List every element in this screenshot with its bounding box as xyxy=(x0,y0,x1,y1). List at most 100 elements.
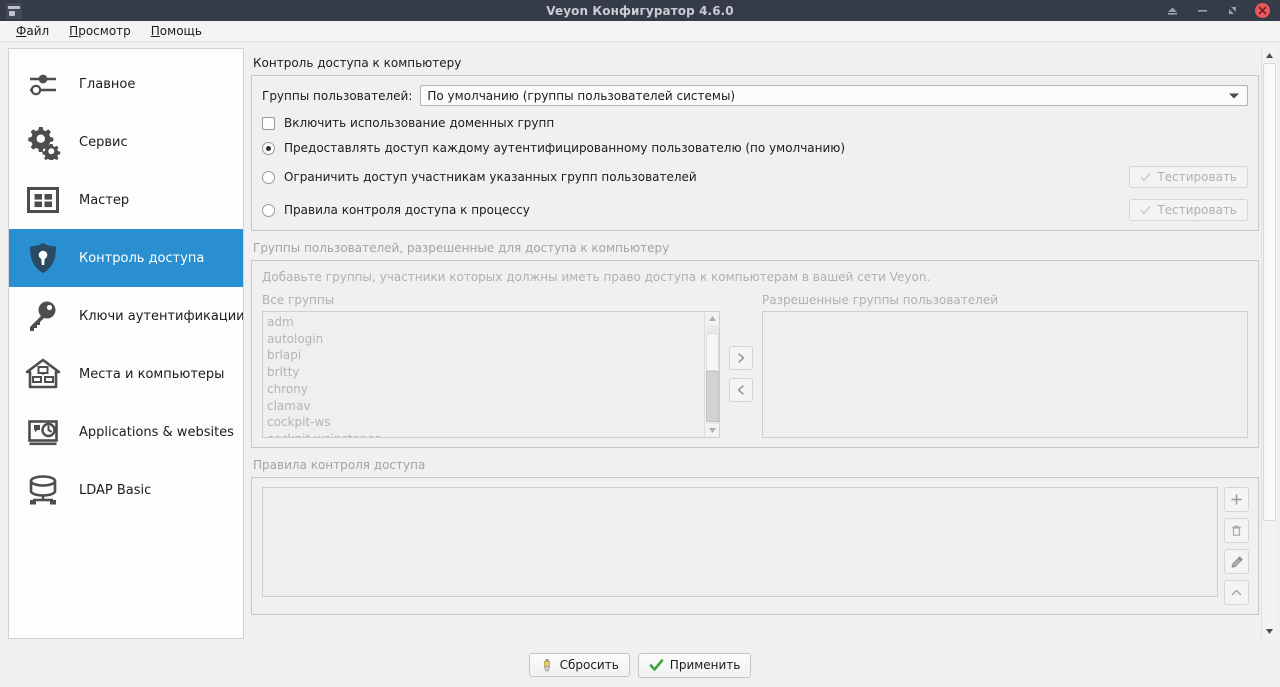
test-restricted-button[interactable]: Тестировать xyxy=(1129,166,1248,188)
option-authenticated[interactable]: Предоставлять доступ каждому аутентифици… xyxy=(262,141,845,155)
main-scroll-thumb[interactable] xyxy=(1262,63,1276,521)
list-item[interactable]: cockpit-wsinstance xyxy=(267,431,704,437)
main-area: Контроль доступа к компьютеру Группы пол… xyxy=(251,48,1277,639)
chevron-up-icon xyxy=(1231,589,1242,596)
move-right-button[interactable] xyxy=(729,345,753,370)
sidebar-item-label: Главное xyxy=(79,76,136,92)
user-groups-selected-value: По умолчанию (группы пользователей систе… xyxy=(427,88,736,103)
access-rules-box xyxy=(262,487,1250,605)
sidebar: Главное Сервис Мастер Контроль доступа К… xyxy=(8,48,244,639)
check-icon xyxy=(1141,205,1151,214)
shield-lock-icon xyxy=(23,238,63,278)
sidebar-item-label: Сервис xyxy=(79,134,128,150)
list-item[interactable]: clamav xyxy=(267,398,704,415)
sidebar-item-label: Мастер xyxy=(79,192,130,208)
menu-help[interactable]: Помощь xyxy=(143,22,210,41)
allowed-groups-group: Добавьте группы, участники которых должн… xyxy=(251,260,1259,448)
radio-restricted-groups[interactable] xyxy=(262,170,275,184)
domain-groups-checkbox[interactable] xyxy=(262,116,275,130)
sidebar-item-locations-computers[interactable]: Места и компьютеры xyxy=(9,345,243,403)
all-groups-listbox[interactable]: adm autologin brlapi brltty chrony clama… xyxy=(262,311,720,438)
all-groups-column: Все группы adm autologin brlapi brltty c… xyxy=(262,293,720,438)
minimize-button[interactable] xyxy=(1195,4,1209,18)
brush-icon xyxy=(543,659,550,672)
scroll-down-icon[interactable] xyxy=(1262,624,1277,639)
veyon-icon xyxy=(6,2,22,19)
sidebar-item-ldap-basic[interactable]: LDAP Basic xyxy=(9,461,243,519)
pencil-icon xyxy=(1231,555,1243,568)
sidebar-item-service[interactable]: Сервис xyxy=(9,113,243,171)
shade-button[interactable] xyxy=(1165,4,1179,18)
menu-view[interactable]: Просмотр xyxy=(61,22,139,41)
groups-transfer: Все группы adm autologin brlapi brltty c… xyxy=(262,293,1248,438)
add-rule-button[interactable] xyxy=(1224,487,1249,512)
sidebar-item-general[interactable]: Главное xyxy=(9,55,243,113)
access-rules-table[interactable] xyxy=(262,487,1218,597)
body-area: Главное Сервис Мастер Контроль доступа К… xyxy=(0,42,1280,643)
menu-view-accel: П xyxy=(69,23,79,38)
gears-icon xyxy=(23,122,63,162)
scroll-up-icon[interactable] xyxy=(705,312,720,325)
plus-icon xyxy=(1231,494,1242,505)
reset-label: Сбросить xyxy=(559,658,619,672)
menu-file-label: айл xyxy=(26,23,50,38)
option-authenticated-label: Предоставлять доступ каждому аутентифици… xyxy=(284,141,846,155)
test-rules-button[interactable]: Тестировать xyxy=(1129,199,1248,221)
move-left-button[interactable] xyxy=(729,377,753,402)
access-rules-section-title: Правила контроля доступа xyxy=(253,458,426,472)
list-item[interactable]: adm xyxy=(267,314,704,331)
option-restricted-label: Ограничить доступ участникам указанных г… xyxy=(284,170,697,184)
sidebar-item-master[interactable]: Мастер xyxy=(9,171,243,229)
option-process-rules[interactable]: Правила контроля доступа к процессу xyxy=(262,203,530,217)
radio-process-rules[interactable] xyxy=(262,203,275,217)
delete-rule-button[interactable] xyxy=(1224,518,1249,543)
main-scrollbar[interactable] xyxy=(1261,48,1277,639)
user-groups-select[interactable]: По умолчанию (группы пользователей систе… xyxy=(420,85,1248,106)
all-groups-scroll-thumb[interactable] xyxy=(705,371,719,422)
window-controls xyxy=(1165,3,1276,18)
sidebar-item-label: Applications & websites xyxy=(79,424,234,440)
close-button[interactable] xyxy=(1255,3,1270,18)
sidebar-item-auth-keys[interactable]: Ключи аутентификации xyxy=(9,287,243,345)
menu-help-accel: П xyxy=(150,23,160,38)
test-restricted-label: Тестировать xyxy=(1157,170,1237,184)
sidebar-item-applications-websites[interactable]: Applications & websites xyxy=(9,403,243,461)
list-item[interactable]: cockpit-ws xyxy=(267,414,704,431)
maximize-button[interactable] xyxy=(1225,4,1239,18)
key-icon xyxy=(23,296,63,336)
radio-authenticated-users[interactable] xyxy=(262,141,275,155)
chevron-down-icon xyxy=(1229,93,1239,98)
all-groups-scroll-thumb-top[interactable] xyxy=(705,333,719,371)
option-restricted[interactable]: Ограничить доступ участникам указанных г… xyxy=(262,170,697,184)
sidebar-item-label: LDAP Basic xyxy=(79,482,152,498)
option-row-restricted: Ограничить доступ участникам указанных г… xyxy=(262,166,1248,188)
scroll-down-icon[interactable] xyxy=(705,424,720,437)
list-item[interactable]: autologin xyxy=(267,331,704,348)
list-item[interactable]: chrony xyxy=(267,381,704,398)
option-row-rules: Правила контроля доступа к процессу Тест… xyxy=(262,199,1248,221)
trash-icon xyxy=(1232,525,1241,536)
apply-button[interactable]: Применить xyxy=(637,652,752,678)
reset-button[interactable]: Сбросить xyxy=(528,653,630,677)
menu-file[interactable]: Файл xyxy=(8,22,57,41)
sliders-icon xyxy=(23,64,63,104)
all-groups-scrollbar[interactable] xyxy=(704,312,719,437)
sidebar-item-access-control[interactable]: Контроль доступа xyxy=(9,229,243,287)
grid-window-icon xyxy=(23,180,63,220)
allowed-groups-description: Добавьте группы, участники которых должн… xyxy=(262,270,931,284)
apply-label: Применить xyxy=(669,658,741,672)
edit-rule-button[interactable] xyxy=(1224,549,1249,574)
sidebar-item-label: Места и компьютеры xyxy=(79,366,225,382)
main-scroll-track[interactable] xyxy=(1261,63,1277,624)
list-item[interactable]: brltty xyxy=(267,364,704,381)
chevron-left-icon xyxy=(737,384,744,395)
allowed-groups-items xyxy=(763,312,1247,437)
window-title: Veyon Конфигуратор 4.6.0 xyxy=(546,3,734,18)
move-up-rule-button[interactable] xyxy=(1224,580,1249,605)
scroll-up-icon[interactable] xyxy=(1262,48,1277,63)
house-computers-icon xyxy=(23,354,63,394)
allowed-groups-listbox[interactable] xyxy=(762,311,1248,438)
list-item[interactable]: brlapi xyxy=(267,347,704,364)
domain-groups-row[interactable]: Включить использование доменных групп xyxy=(262,116,1248,130)
all-groups-scroll-track[interactable] xyxy=(705,325,719,424)
